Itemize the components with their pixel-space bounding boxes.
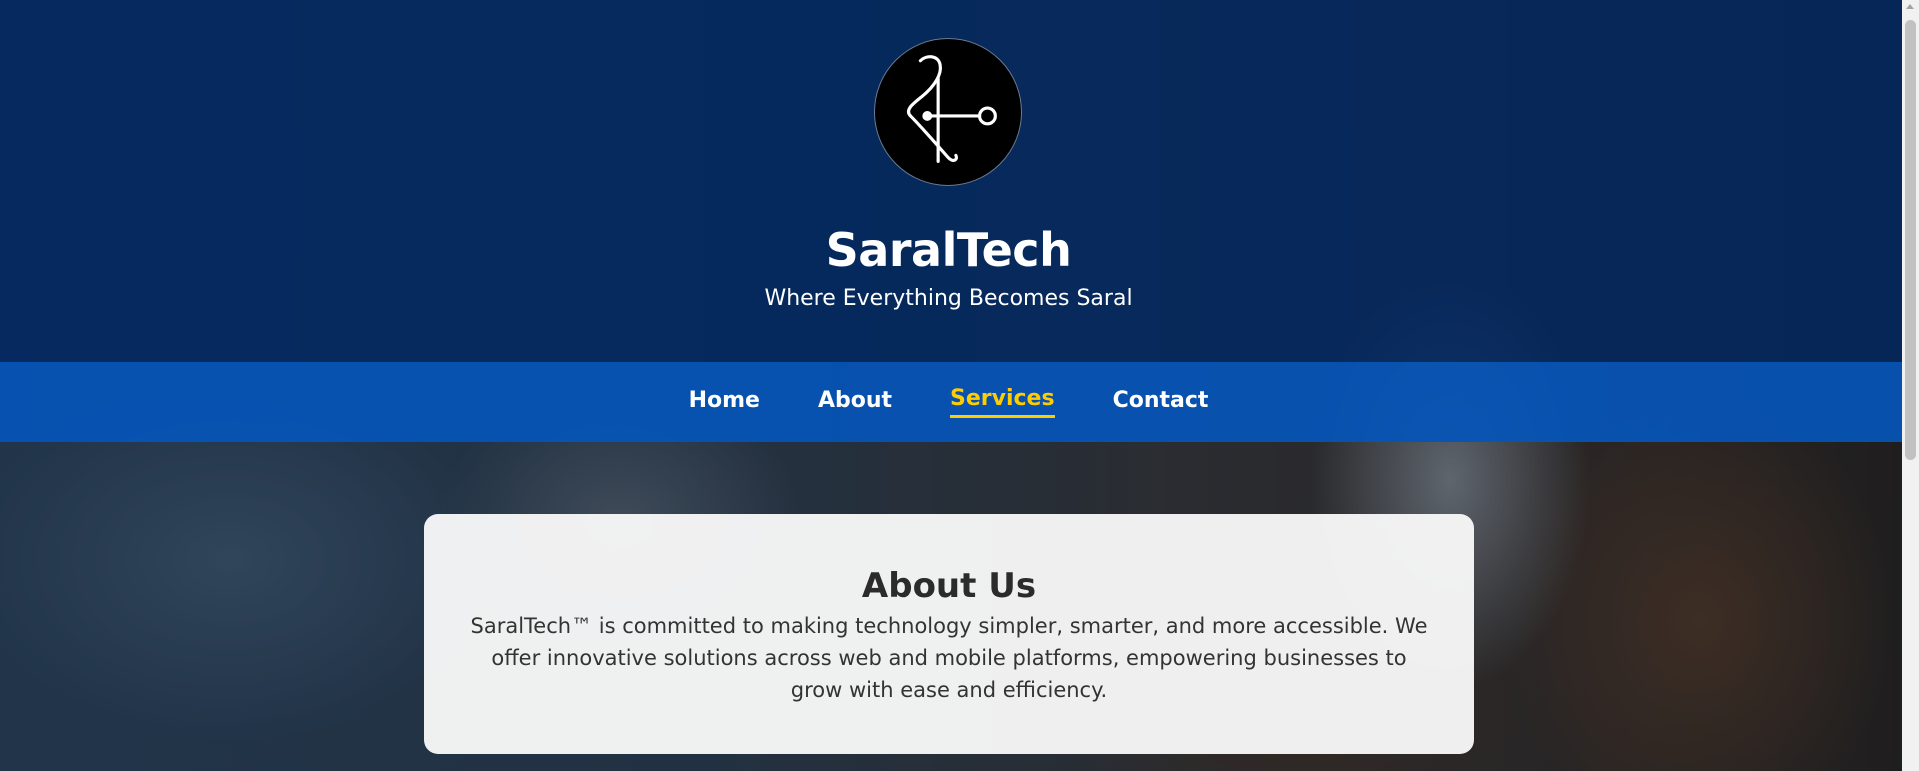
brand-tagline: Where Everything Becomes Saral (764, 286, 1133, 311)
nav-contact-link[interactable]: Contact (1113, 388, 1209, 417)
site-header: SaralTech Where Everything Becomes Saral (0, 0, 1919, 362)
scrollbar-thumb[interactable] (1905, 20, 1916, 460)
main-navigation: Home About Services Contact (0, 362, 1919, 442)
saraltech-logo-icon[interactable] (874, 38, 1022, 186)
nav-services-link[interactable]: Services (950, 386, 1055, 418)
brand-title: SaralTech (825, 223, 1072, 277)
vertical-scrollbar[interactable] (1902, 0, 1919, 771)
scroll-up-arrow-icon[interactable] (1906, 4, 1914, 9)
about-us-card: About Us SaralTech™ is committed to maki… (424, 514, 1474, 754)
page: SaralTech Where Everything Becomes Saral… (0, 0, 1919, 771)
nav-about-link[interactable]: About (818, 388, 892, 417)
about-us-heading: About Us (861, 566, 1037, 606)
nav-home-link[interactable]: Home (689, 388, 760, 417)
about-us-text: SaralTech™ is committed to making techno… (470, 614, 1428, 702)
